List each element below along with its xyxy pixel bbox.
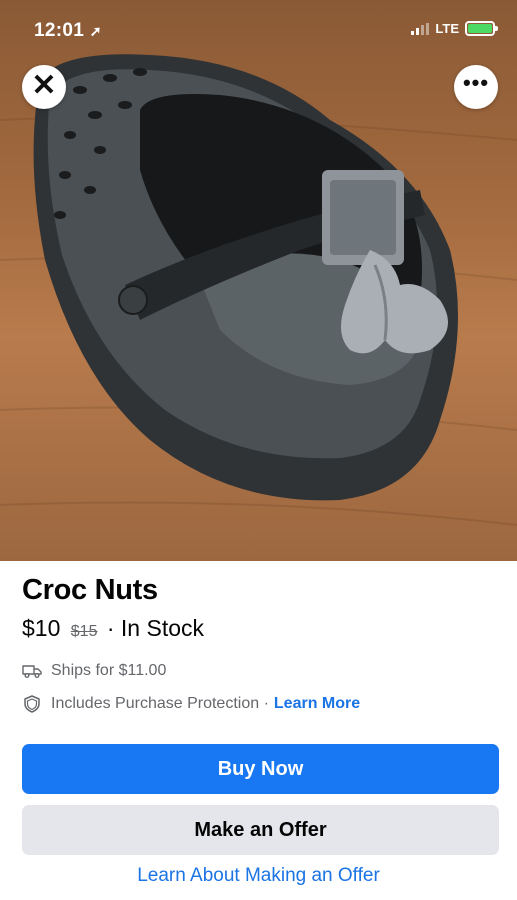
make-offer-button[interactable]: Make an Offer <box>22 805 499 855</box>
status-time: 12:01 ➚ <box>34 20 102 42</box>
learn-about-offer-link[interactable]: Learn About Making an Offer <box>0 865 517 887</box>
shipping-text: Ships for $11.00 <box>51 662 167 679</box>
carrier-label: LTE <box>435 21 459 36</box>
price-line: $10 $15 · In Stock <box>22 615 204 642</box>
original-price: $15 <box>70 623 98 640</box>
signal-icon <box>411 22 430 35</box>
stock-status: · In Stock <box>106 615 205 641</box>
shipping-row: Ships for $11.00 <box>22 662 166 680</box>
more-icon: ••• <box>462 70 490 95</box>
close-icon: ✕ <box>31 69 57 102</box>
product-photo[interactable]: 12:01 ➚ LTE ✕ ••• <box>0 0 517 561</box>
status-indicators: LTE <box>411 21 498 36</box>
protection-row: Includes Purchase Protection · Learn Mor… <box>22 694 360 714</box>
clock-text: 12:01 <box>34 20 85 41</box>
listing-title: Croc Nuts <box>22 574 158 606</box>
learn-more-link[interactable]: Learn More <box>274 695 360 713</box>
truck-icon <box>22 665 42 678</box>
shield-icon <box>24 695 40 713</box>
current-price: $10 <box>22 615 61 641</box>
buy-now-button[interactable]: Buy Now <box>22 744 499 794</box>
more-options-button[interactable]: ••• <box>454 65 498 109</box>
close-button[interactable]: ✕ <box>22 65 66 109</box>
location-arrow-icon: ➚ <box>89 23 102 39</box>
battery-icon <box>465 21 498 36</box>
listing-details: Croc Nuts $10 $15 · In Stock Ships for $… <box>0 561 517 900</box>
protection-text: Includes Purchase Protection · <box>51 695 269 712</box>
croc-shoe-image <box>0 54 517 526</box>
